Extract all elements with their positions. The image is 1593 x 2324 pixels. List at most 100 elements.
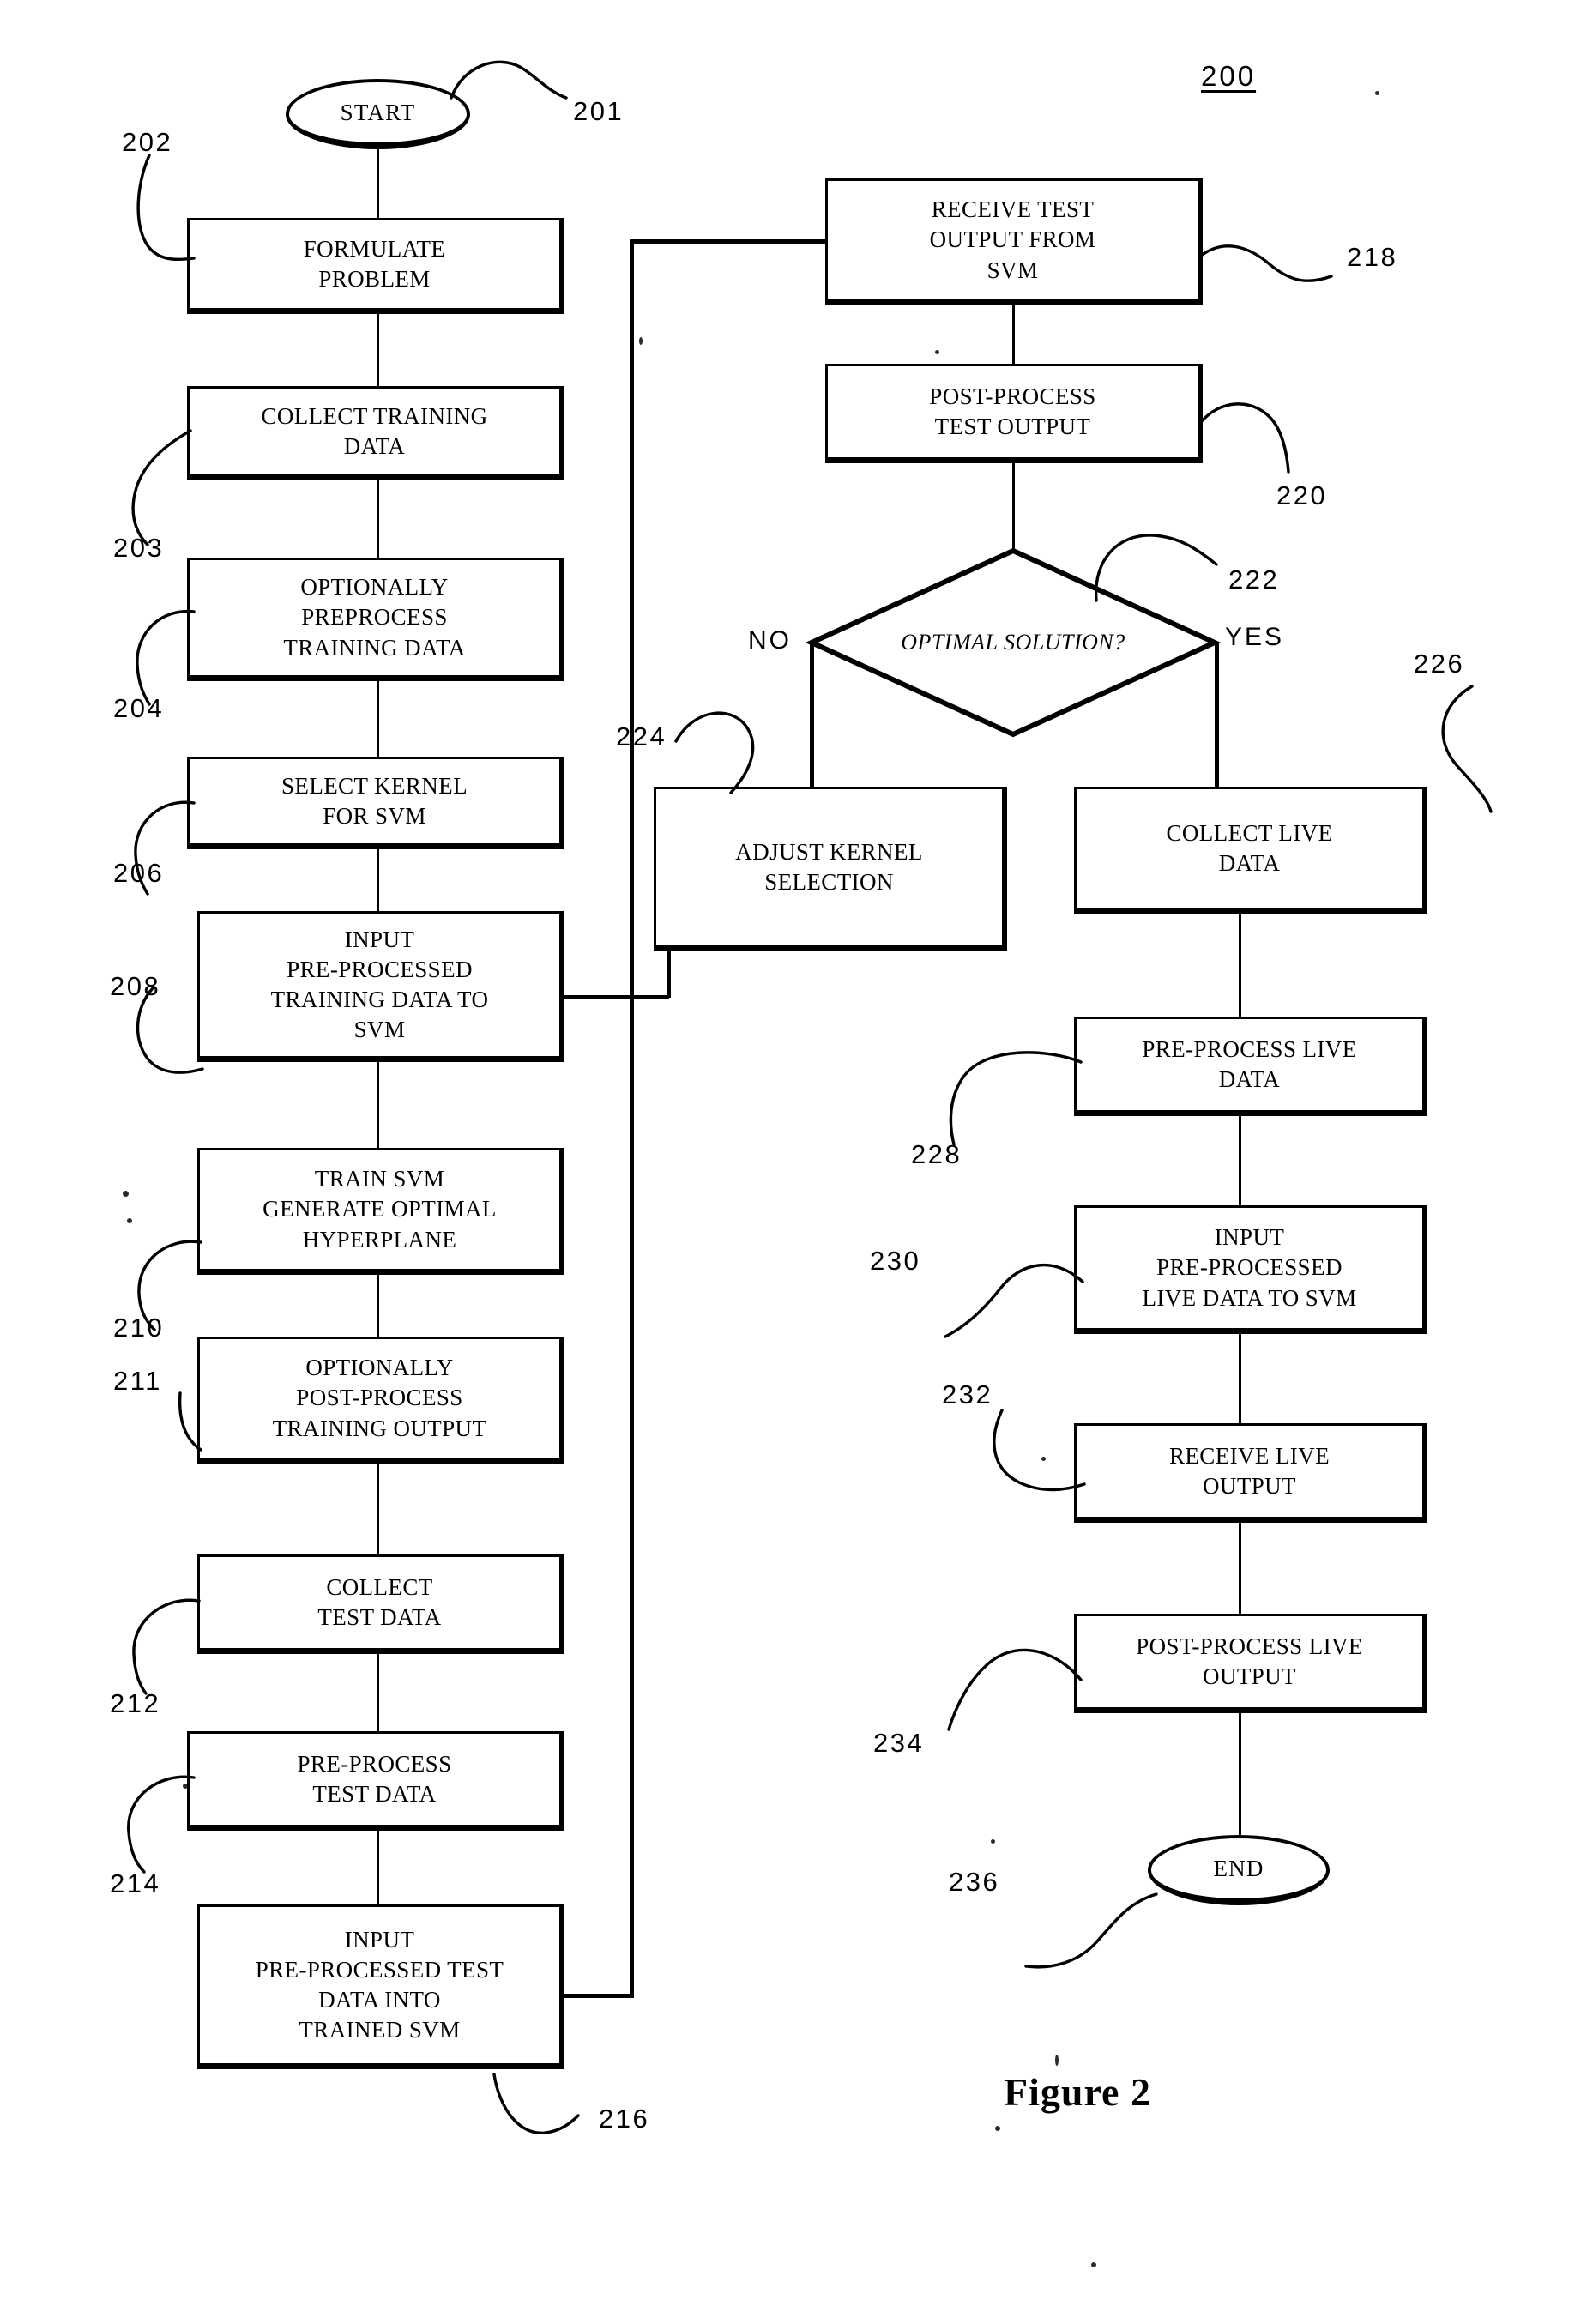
- connector-train-svm-to-postprocess-training: [377, 1275, 379, 1337]
- branch-label-yes: YES: [1225, 623, 1285, 651]
- node-label: ADJUST KERNEL SELECTION: [735, 838, 923, 895]
- node-collect-test-data: COLLECT TEST DATA: [197, 1554, 564, 1654]
- leader-203: [131, 429, 192, 546]
- ref-211: 211: [113, 1366, 162, 1396]
- node-label: INPUT PRE-PROCESSED TRAINING DATA TO SVM: [270, 926, 489, 1043]
- connector-preprocess-test-to-input-test: [377, 1831, 379, 1904]
- node-postprocess-test-output: POST-PROCESS TEST OUTPUT: [825, 364, 1203, 463]
- node-postprocess-training-output: OPTIONALLY POST-PROCESS TRAINING OUTPUT: [197, 1337, 564, 1464]
- ref-202: 202: [122, 127, 173, 157]
- node-collect-training-data: COLLECT TRAINING DATA: [187, 386, 564, 480]
- leader-216: [492, 2073, 580, 2134]
- node-select-kernel: SELECT KERNEL FOR SVM: [187, 757, 564, 849]
- ref-216: 216: [599, 2104, 650, 2134]
- node-label: COLLECT TRAINING DATA: [261, 402, 488, 459]
- node-collect-live-data: COLLECT LIVE DATA: [1074, 787, 1427, 914]
- node-label: INPUT PRE-PROCESSED TEST DATA INTO TRAIN…: [255, 1926, 504, 2043]
- node-label: RECEIVE LIVE OUTPUT: [1168, 1442, 1330, 1499]
- connector-collect-training-to-preprocess: [377, 480, 379, 558]
- node-label: POST-PROCESS LIVE OUTPUT: [1136, 1633, 1363, 1689]
- node-train-svm: TRAIN SVM GENERATE OPTIMAL HYPERPLANE: [197, 1148, 564, 1275]
- scan-speck: [991, 1839, 995, 1844]
- scan-speck: [1041, 1457, 1046, 1461]
- ref-226: 226: [1414, 649, 1465, 679]
- connector-input-live-to-receive-live: [1239, 1334, 1241, 1423]
- node-postprocess-live-output: POST-PROCESS LIVE OUTPUT: [1074, 1614, 1427, 1713]
- node-label: INPUT PRE-PROCESSED LIVE DATA TO SVM: [1142, 1224, 1357, 1311]
- connector-postprocess-test-to-decision: [1012, 463, 1015, 549]
- leader-224: [674, 711, 755, 794]
- adjust-kernel-return-v1: [667, 951, 671, 998]
- scan-speck: [1055, 2055, 1059, 2066]
- connector-postprocess-live-to-end: [1239, 1713, 1241, 1835]
- feedback-from-input-test-h: [564, 1994, 633, 1998]
- ref-203: 203: [113, 533, 165, 563]
- node-label: FORMULATE PROBLEM: [303, 235, 446, 292]
- connector-preprocess-to-select-kernel: [377, 681, 379, 757]
- end-terminator: END: [1148, 1835, 1330, 1905]
- node-label: OPTIONALLY PREPROCESS TRAINING DATA: [283, 574, 466, 661]
- scan-speck: [1375, 91, 1379, 95]
- node-label: RECEIVE TEST OUTPUT FROM SVM: [929, 196, 1096, 283]
- node-adjust-kernel-selection: ADJUST KERNEL SELECTION: [654, 787, 1007, 951]
- ref-220: 220: [1276, 480, 1328, 510]
- leader-218: [1199, 244, 1333, 282]
- connector-select-kernel-to-input-training: [377, 849, 379, 911]
- start-terminator: START: [286, 79, 470, 149]
- node-input-training-to-svm: INPUT PRE-PROCESSED TRAINING DATA TO SVM: [197, 911, 564, 1062]
- node-input-live-to-svm: INPUT PRE-PROCESSED LIVE DATA TO SVM: [1074, 1205, 1427, 1334]
- figure-number: 200: [1201, 60, 1257, 92]
- connector-start-to-formulate: [377, 148, 379, 218]
- ref-218: 218: [1347, 242, 1398, 272]
- node-preprocess-live-data: PRE-PROCESS LIVE DATA: [1074, 1017, 1427, 1116]
- node-preprocess-test-data: PRE-PROCESS TEST DATA: [187, 1731, 564, 1831]
- end-label: END: [1213, 1855, 1264, 1881]
- ref-228: 228: [911, 1139, 962, 1169]
- leader-234: [947, 1648, 1083, 1731]
- ref-206: 206: [113, 858, 165, 888]
- node-label: POST-PROCESS TEST OUTPUT: [929, 383, 1096, 439]
- scan-speck: [995, 2126, 1000, 2131]
- ref-212: 212: [110, 1688, 161, 1718]
- node-formulate-problem: FORMULATE PROBLEM: [187, 218, 564, 314]
- connector-formulate-to-collect-training: [377, 314, 379, 386]
- ref-222: 222: [1228, 564, 1280, 595]
- ref-230: 230: [870, 1246, 921, 1276]
- ref-208: 208: [110, 971, 161, 1001]
- node-label: PRE-PROCESS TEST DATA: [297, 1750, 452, 1807]
- leader-230: [944, 1264, 1084, 1338]
- scan-speck: [127, 1218, 132, 1223]
- figure-sheet: START 201 FORMULATE PROBLEM 202 COLLECT …: [0, 0, 1593, 2324]
- ref-201: 201: [573, 96, 625, 126]
- connector-receive-live-to-postprocess-live: [1239, 1523, 1241, 1614]
- scan-speck: [935, 350, 939, 354]
- connector-preprocess-live-to-input-live: [1239, 1116, 1241, 1205]
- adjust-kernel-return-h: [564, 995, 669, 999]
- leader-236: [1024, 1892, 1158, 1969]
- ref-204: 204: [113, 693, 165, 723]
- ref-232: 232: [942, 1379, 993, 1409]
- connector-collect-live-to-preprocess-live: [1239, 914, 1241, 1017]
- connector-input-training-to-train-svm: [377, 1062, 379, 1148]
- node-input-test-to-svm: INPUT PRE-PROCESSED TEST DATA INTO TRAIN…: [197, 1904, 564, 2069]
- ref-236: 236: [949, 1867, 1000, 1897]
- ref-224: 224: [616, 721, 667, 752]
- leader-212: [132, 1598, 201, 1695]
- node-label: TRAIN SVM GENERATE OPTIMAL HYPERPLANE: [262, 1166, 497, 1253]
- node-receive-test-output: RECEIVE TEST OUTPUT FROM SVM: [825, 178, 1203, 305]
- connector-collect-test-to-preprocess-test: [377, 1654, 379, 1731]
- ref-210: 210: [113, 1313, 165, 1343]
- node-preprocess-training-data: OPTIONALLY PREPROCESS TRAINING DATA: [187, 558, 564, 681]
- feedback-spine-to-receive-test-output: [630, 239, 825, 244]
- branch-label-no: NO: [748, 626, 792, 655]
- start-label: START: [340, 99, 416, 125]
- decision-optimal-solution: OPTIMAL SOLUTION?: [805, 547, 1222, 738]
- scan-speck: [639, 337, 643, 345]
- node-label: OPTIONALLY POST-PROCESS TRAINING OUTPUT: [272, 1355, 487, 1441]
- connector-receive-test-to-postprocess-test: [1012, 305, 1015, 364]
- node-label: COLLECT LIVE DATA: [1166, 819, 1333, 876]
- connector-postprocess-training-to-collect-test: [377, 1464, 379, 1554]
- leader-220: [1199, 402, 1290, 474]
- leader-226: [1441, 685, 1493, 813]
- leader-232: [993, 1409, 1086, 1492]
